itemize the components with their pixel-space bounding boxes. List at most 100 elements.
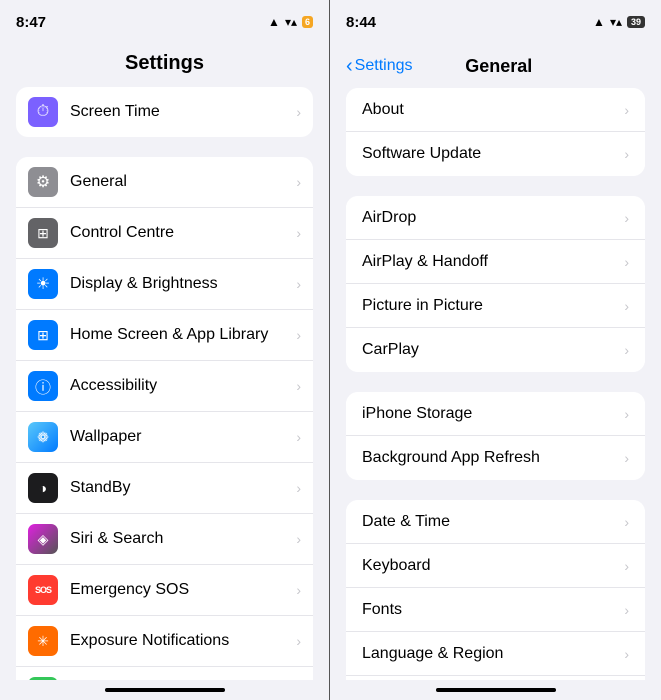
screen-time-item[interactable]: ⏱ Screen Time › [16, 87, 313, 137]
home-screen-icon: ⊞ [28, 320, 58, 350]
standby-item[interactable]: ◑ StandBy › [16, 463, 313, 514]
back-button[interactable]: ‹ Settings [346, 55, 412, 78]
siri-label: Siri & Search [70, 530, 296, 548]
carplay-item[interactable]: CarPlay › [346, 328, 645, 372]
left-scroll-area[interactable]: ⏱ Screen Time › ⚙ General › ← ⊞ [0, 87, 329, 680]
right-phone: 8:44 ▲ ▾▴ 39 ‹ Settings General About › … [330, 0, 661, 700]
chevron-icon: › [296, 104, 301, 120]
airdrop-item[interactable]: AirDrop › [346, 196, 645, 240]
wallpaper-label: Wallpaper [70, 428, 296, 446]
right-home-indicator [330, 680, 661, 700]
iphone-storage-label: iPhone Storage [362, 405, 624, 423]
exposure-item[interactable]: ✳ Exposure Notifications › [16, 616, 313, 667]
chevron-icon: › [296, 633, 301, 649]
right-scroll-area[interactable]: About › Software Update › ← AirDrop › Ai… [330, 88, 661, 680]
general-title: General [412, 56, 585, 77]
accessibility-item[interactable]: ⓘ Accessibility › [16, 361, 313, 412]
chevron-icon: › [624, 254, 629, 270]
general-label: General [70, 173, 296, 191]
standby-icon: ◑ [28, 473, 58, 503]
home-bar [105, 688, 225, 692]
keyboard-label: Keyboard [362, 557, 624, 575]
chevron-icon: › [624, 406, 629, 422]
general-nav-bar: ‹ Settings General [330, 44, 661, 88]
exposure-icon: ✳ [28, 626, 58, 656]
general-icon: ⚙ [28, 167, 58, 197]
picture-in-picture-item[interactable]: Picture in Picture › [346, 284, 645, 328]
date-time-label: Date & Time [362, 513, 624, 531]
home-screen-item[interactable]: ⊞ Home Screen & App Library › [16, 310, 313, 361]
right-status-bar: 8:44 ▲ ▾▴ 39 [330, 0, 661, 44]
chevron-icon: › [624, 646, 629, 662]
control-centre-label: Control Centre [70, 224, 296, 242]
right-status-icons: ▲ ▾▴ 39 [593, 15, 645, 29]
control-centre-item[interactable]: ⊞ Control Centre › [16, 208, 313, 259]
general-item[interactable]: ⚙ General › ← [16, 157, 313, 208]
emergency-label: Emergency SOS [70, 581, 296, 599]
airdrop-label: AirDrop [362, 209, 624, 227]
background-app-refresh-label: Background App Refresh [362, 449, 624, 467]
chevron-icon: › [296, 531, 301, 547]
chevron-icon: › [624, 102, 629, 118]
chevron-icon: › [624, 558, 629, 574]
chevron-icon: › [624, 146, 629, 162]
airplay-label: AirPlay & Handoff [362, 253, 624, 271]
general-group-2: AirDrop › AirPlay & Handoff › Picture in… [346, 196, 645, 372]
chevron-icon: › [296, 225, 301, 241]
wifi-icon: ▾▴ [285, 15, 297, 29]
accessibility-label: Accessibility [70, 377, 296, 395]
home-screen-label: Home Screen & App Library [70, 326, 296, 344]
about-label: About [362, 101, 624, 119]
chevron-icon: › [624, 210, 629, 226]
screen-time-label: Screen Time [70, 103, 296, 121]
back-chevron-icon: ‹ [346, 55, 353, 78]
chevron-icon: › [624, 514, 629, 530]
back-label: Settings [355, 57, 413, 75]
wallpaper-icon: ❁ [28, 422, 58, 452]
language-region-item[interactable]: Language & Region › [346, 632, 645, 676]
settings-group-1: ⏱ Screen Time › [16, 87, 313, 137]
fonts-item[interactable]: Fonts › [346, 588, 645, 632]
left-time: 8:47 [16, 14, 46, 31]
battery-item[interactable]: 🔋 Battery › [16, 667, 313, 680]
fonts-label: Fonts [362, 601, 624, 619]
battery-percent: 39 [627, 16, 645, 28]
screen-time-icon: ⏱ [28, 97, 58, 127]
accessibility-icon: ⓘ [28, 371, 58, 401]
date-time-item[interactable]: Date & Time › [346, 500, 645, 544]
siri-search-item[interactable]: ◈ Siri & Search › [16, 514, 313, 565]
general-group-4: Date & Time › Keyboard › Fonts › Languag… [346, 500, 645, 680]
keyboard-item[interactable]: Keyboard › [346, 544, 645, 588]
wifi-icon: ▾▴ [610, 15, 622, 29]
signal-icon: ▲ [593, 15, 605, 29]
chevron-icon: › [296, 582, 301, 598]
home-bar [436, 688, 556, 692]
background-app-refresh-item[interactable]: Background App Refresh › [346, 436, 645, 480]
left-screen-title: Settings [0, 44, 329, 87]
control-centre-icon: ⊞ [28, 218, 58, 248]
display-brightness-label: Display & Brightness [70, 275, 296, 293]
chevron-icon: › [296, 378, 301, 394]
emergency-sos-item[interactable]: SOS Emergency SOS › [16, 565, 313, 616]
signal-icon: ▲ [268, 15, 280, 29]
chevron-icon: › [296, 276, 301, 292]
carplay-label: CarPlay [362, 341, 624, 359]
settings-group-2: ⚙ General › ← ⊞ Control Centre › ☀ Displ… [16, 157, 313, 680]
emergency-icon: SOS [28, 575, 58, 605]
chevron-icon: › [624, 298, 629, 314]
left-home-indicator [0, 680, 329, 700]
display-icon: ☀ [28, 269, 58, 299]
display-brightness-item[interactable]: ☀ Display & Brightness › [16, 259, 313, 310]
airplay-handoff-item[interactable]: AirPlay & Handoff › [346, 240, 645, 284]
chevron-icon: › [296, 327, 301, 343]
pip-label: Picture in Picture [362, 297, 624, 315]
left-status-icons: ▲ ▾▴ 6 [268, 15, 313, 29]
about-item[interactable]: About › [346, 88, 645, 132]
battery-indicator: 6 [302, 16, 313, 28]
iphone-storage-item[interactable]: iPhone Storage › [346, 392, 645, 436]
software-update-item[interactable]: Software Update › ← [346, 132, 645, 176]
wallpaper-item[interactable]: ❁ Wallpaper › [16, 412, 313, 463]
language-region-label: Language & Region [362, 645, 624, 663]
chevron-icon: › [624, 342, 629, 358]
chevron-icon: › [624, 602, 629, 618]
